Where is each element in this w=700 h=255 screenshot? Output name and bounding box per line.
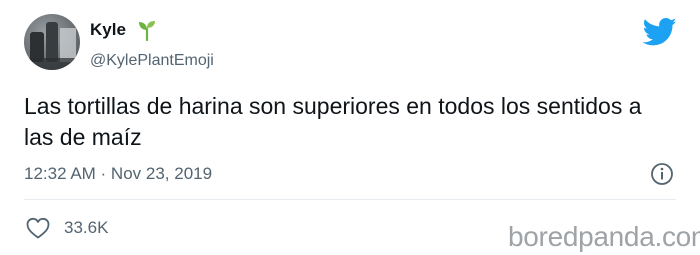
author-name[interactable]: Kyle [90, 20, 126, 40]
tweet-card: Kyle @KylePlantEmoji Las tortillas de ha… [0, 0, 700, 255]
seedling-icon [139, 21, 155, 41]
author-handle[interactable]: @KylePlantEmoji [90, 51, 214, 71]
info-icon[interactable] [650, 162, 674, 186]
divider [24, 199, 676, 200]
avatar-shape [24, 58, 80, 70]
watermark: boredpanda.com [508, 221, 700, 252]
like-count: 33.6K [64, 218, 109, 237]
avatar-shape [46, 22, 58, 62]
heart-icon[interactable] [25, 216, 51, 240]
tweet-timestamp[interactable]: 12:32 AM · Nov 23, 2019 [24, 162, 212, 186]
avatar[interactable] [24, 14, 80, 70]
twitter-bird-icon[interactable] [643, 17, 677, 47]
avatar-shape [60, 28, 76, 62]
tweet-text: Las tortillas de harina son superiores e… [24, 93, 642, 150]
